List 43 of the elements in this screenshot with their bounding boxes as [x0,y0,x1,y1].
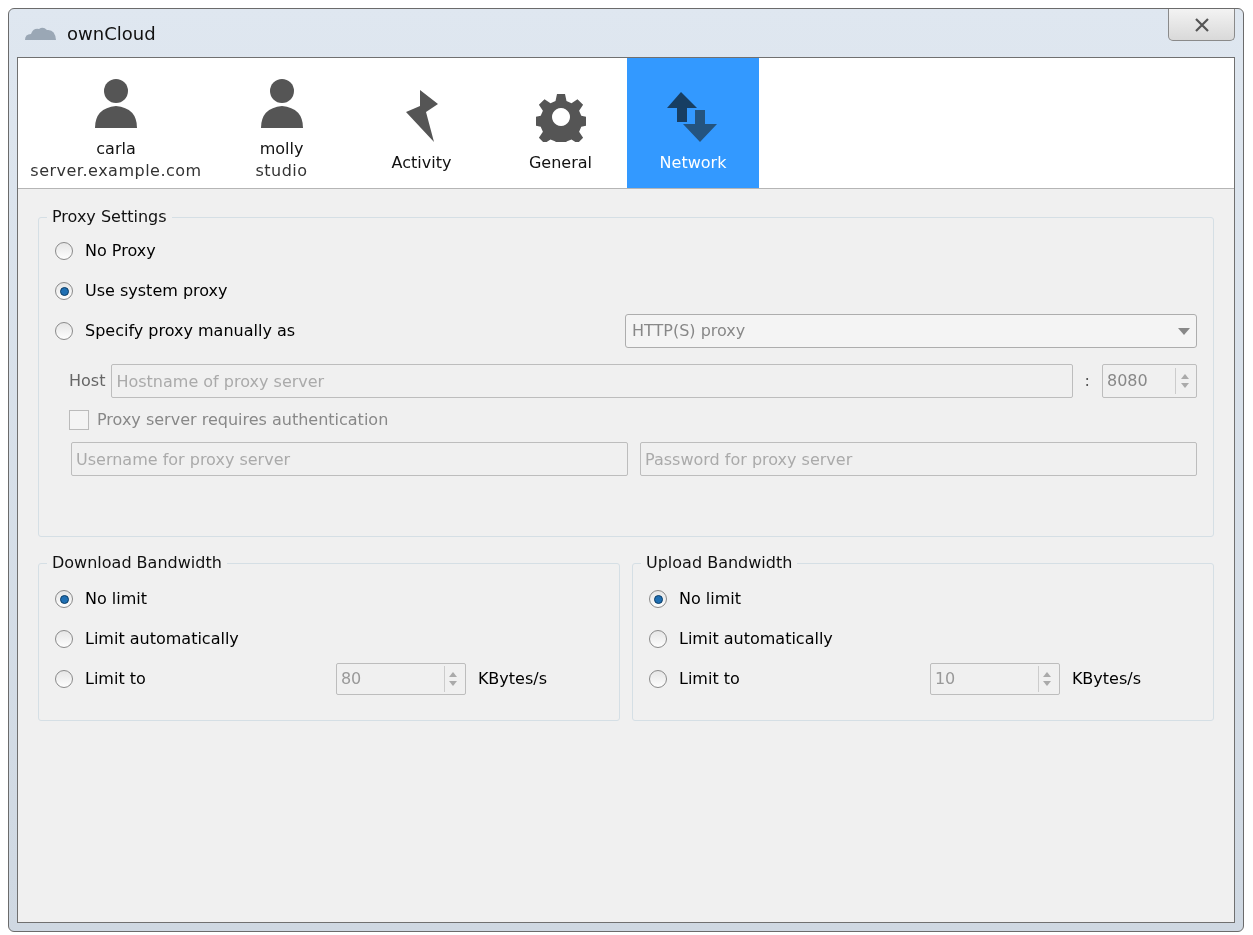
radio-button[interactable] [649,590,667,608]
radio-button[interactable] [55,630,73,648]
cloud-icon [23,26,59,40]
radio-label: Limit to [85,668,146,690]
host-label: Host [69,370,106,392]
radio-button[interactable] [55,282,73,300]
dropdown-caret-icon [1178,327,1190,335]
window-title: ownCloud [67,21,156,46]
toolbar-tab[interactable]: carla server.example.com [18,58,214,188]
person-icon [93,78,139,128]
radio-label: No limit [679,588,742,610]
radio-label: No limit [85,588,148,610]
port-field[interactable]: 8080 [1102,364,1197,398]
radio-label: No Proxy [85,240,156,262]
radio-label: Limit automatically [679,628,833,650]
radio-button[interactable] [55,590,73,608]
radio-button[interactable] [649,630,667,648]
toolbar-tab[interactable]: Activity [349,58,494,188]
radio-label: Limit automatically [85,628,239,650]
radio-button[interactable] [55,242,73,260]
checkbox-label: Proxy server requires authentication [97,409,389,431]
radio-button[interactable] [649,670,667,688]
person-icon [258,78,305,128]
radio-button[interactable] [55,670,73,688]
unit-label: KBytes/s [1071,668,1141,690]
port-separator: : [1083,370,1091,392]
close-button[interactable] [1168,9,1235,41]
host-field[interactable]: Hostname of proxy server [111,364,1073,398]
limit-field[interactable]: 10 [929,663,1060,695]
settings-icon [535,92,586,142]
close-icon [1193,17,1210,32]
limit-field[interactable]: 80 [335,663,466,695]
username-field[interactable]: Username for proxy server [71,442,628,476]
radio-label: Specify proxy manually as [85,320,296,342]
radio-label: Use system proxy [85,280,228,302]
unit-label: KBytes/s [477,668,547,690]
radio-button[interactable] [55,322,73,340]
lightning-icon [403,90,440,142]
password-field[interactable]: Password for proxy server [640,442,1197,476]
radio-label: Limit to [679,668,740,690]
toolbar-tab[interactable]: molly studio [214,58,349,188]
toolbar-tab[interactable]: General [494,58,627,188]
toolbar-tab[interactable]: Network [627,58,759,188]
